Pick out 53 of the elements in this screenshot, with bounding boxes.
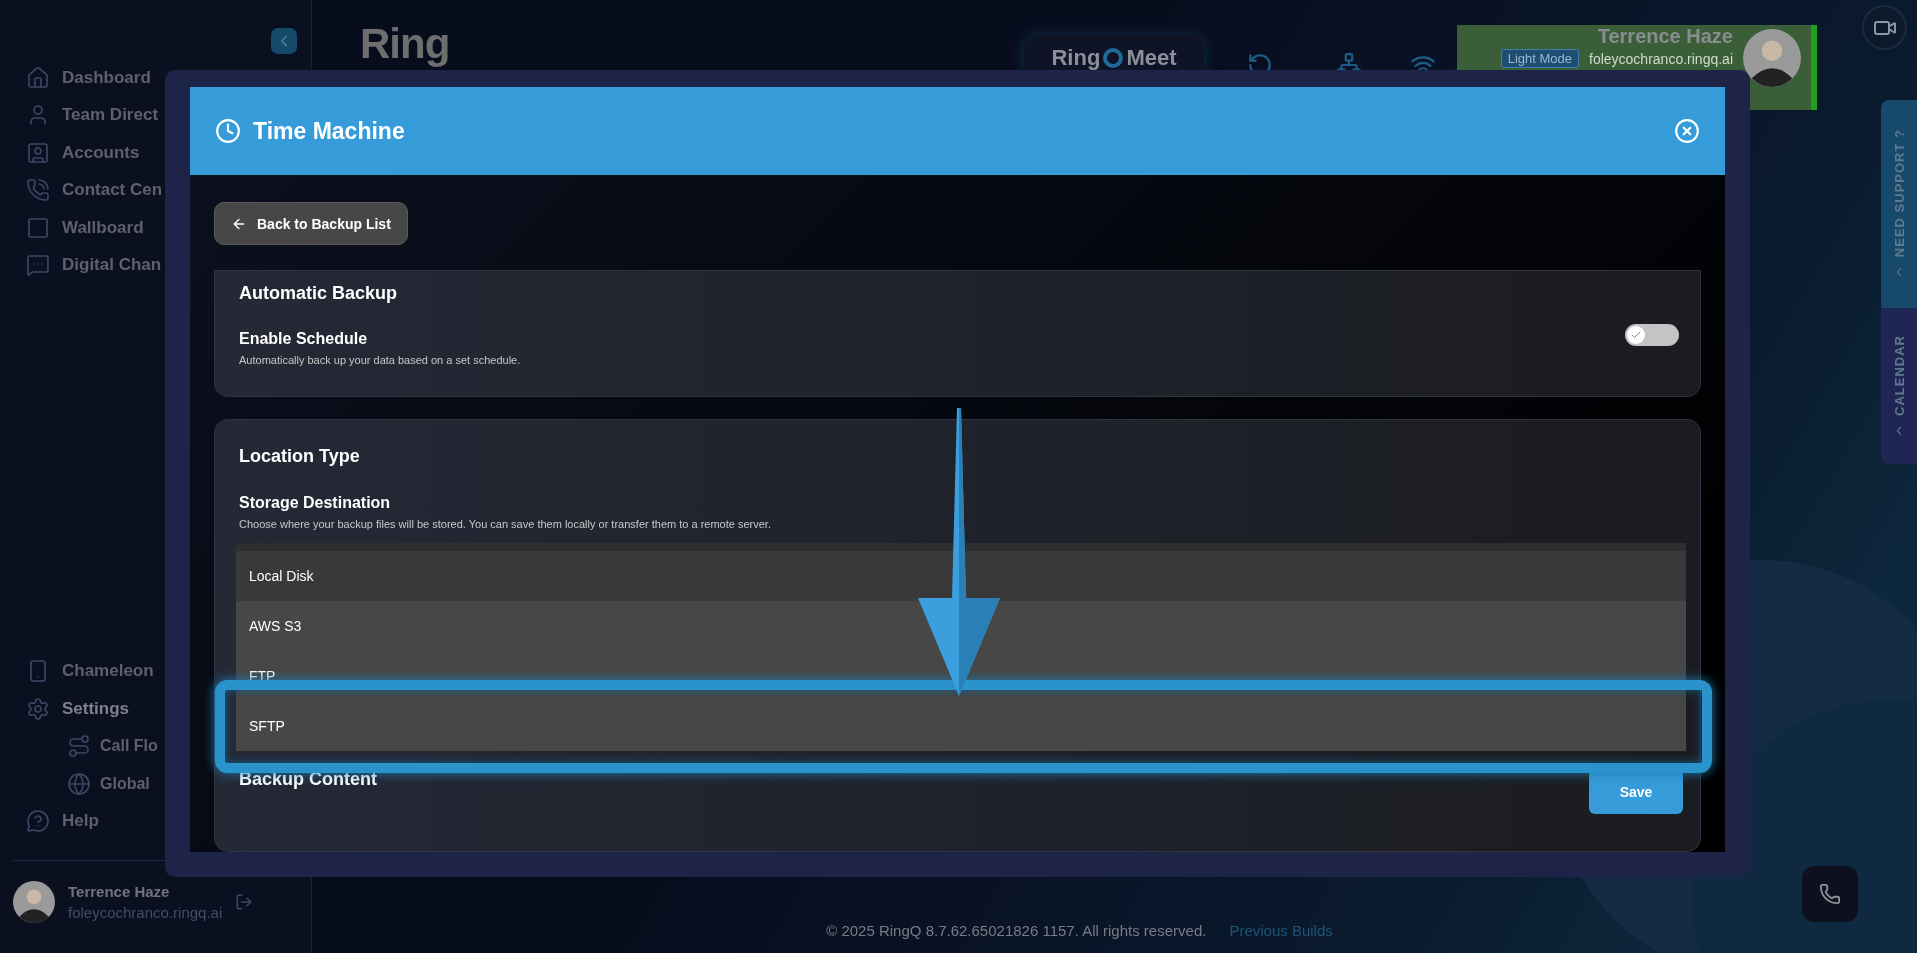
back-button[interactable]: Back to Backup List [214, 202, 408, 245]
collapse-button[interactable] [271, 28, 297, 54]
card-user-name: Terrence Haze [1597, 25, 1733, 47]
nav-icon [26, 65, 50, 90]
nav-item[interactable]: Chameleon [62, 661, 154, 682]
nav-item[interactable]: Team Direct [62, 105, 159, 126]
side-tab[interactable]: NEED SUPPORT ? [1881, 100, 1917, 308]
clock-icon [215, 118, 241, 144]
field-label: Storage Destination [239, 494, 392, 512]
nav-item[interactable]: Digital Chan [62, 255, 162, 276]
avatar [13, 881, 55, 923]
nav-item[interactable]: Wallboard [62, 217, 144, 238]
nav-item[interactable]: Dashboard [62, 67, 151, 88]
user-email: foleycochranco.ringq.ai [68, 904, 223, 921]
section-title: Backup Content [239, 769, 377, 790]
nav-item[interactable]: Help [62, 811, 99, 832]
nav-item[interactable]: Accounts [62, 142, 140, 163]
previous-builds-link[interactable]: Previous Builds [1229, 921, 1333, 939]
schedule-toggle[interactable] [1625, 324, 1679, 346]
nav-icon [67, 734, 91, 759]
phone-button[interactable] [1802, 866, 1858, 922]
nav-icon [67, 771, 91, 796]
nav-icon [26, 140, 50, 165]
close-icon[interactable] [1674, 118, 1700, 144]
side-tab[interactable]: CALENDAR [1881, 308, 1917, 464]
settings-icon [26, 696, 50, 721]
mode-badge[interactable]: Light Mode [1500, 49, 1579, 68]
user-name: Terrence Haze [68, 883, 171, 900]
setting-label: Enable Schedule [239, 330, 369, 348]
nav-icon [26, 253, 50, 278]
dropdown-option[interactable]: AWS S3 [236, 601, 1686, 651]
phone-icon [1819, 883, 1841, 905]
nav-icon [26, 178, 50, 203]
logo-ring-icon [1102, 47, 1125, 69]
nav-item[interactable]: Global [100, 774, 150, 793]
dropdown-option[interactable]: SFTP [236, 701, 1686, 751]
nav-item[interactable]: Call Flo [100, 737, 158, 756]
copyright-text: © 2025 RingQ 8.7.62.65021826 1157. All rights reserved. [826, 921, 1207, 939]
nav-icon [26, 809, 50, 834]
section-title: Automatic Backup [239, 283, 399, 304]
logout-icon[interactable] [235, 893, 254, 911]
avatar [1743, 29, 1801, 87]
modal-title: Time Machine [253, 117, 406, 145]
setting-description: Automatically back up your data based on a set schedule. [239, 354, 521, 366]
nav-icon [26, 215, 50, 240]
video-button[interactable] [1862, 5, 1907, 50]
section-title: Location Type [239, 446, 361, 467]
card-user-email: foleycochranco.ringq.ai [1589, 50, 1733, 67]
logo-text: Ring [360, 20, 450, 68]
check-icon [1630, 329, 1642, 341]
field-description: Choose where your backup files will be stored. You can save them locally or transfer them to a remote server. [239, 518, 772, 530]
nav-item[interactable]: Contact Cen [62, 180, 163, 201]
nav-item[interactable]: Settings [62, 698, 130, 719]
